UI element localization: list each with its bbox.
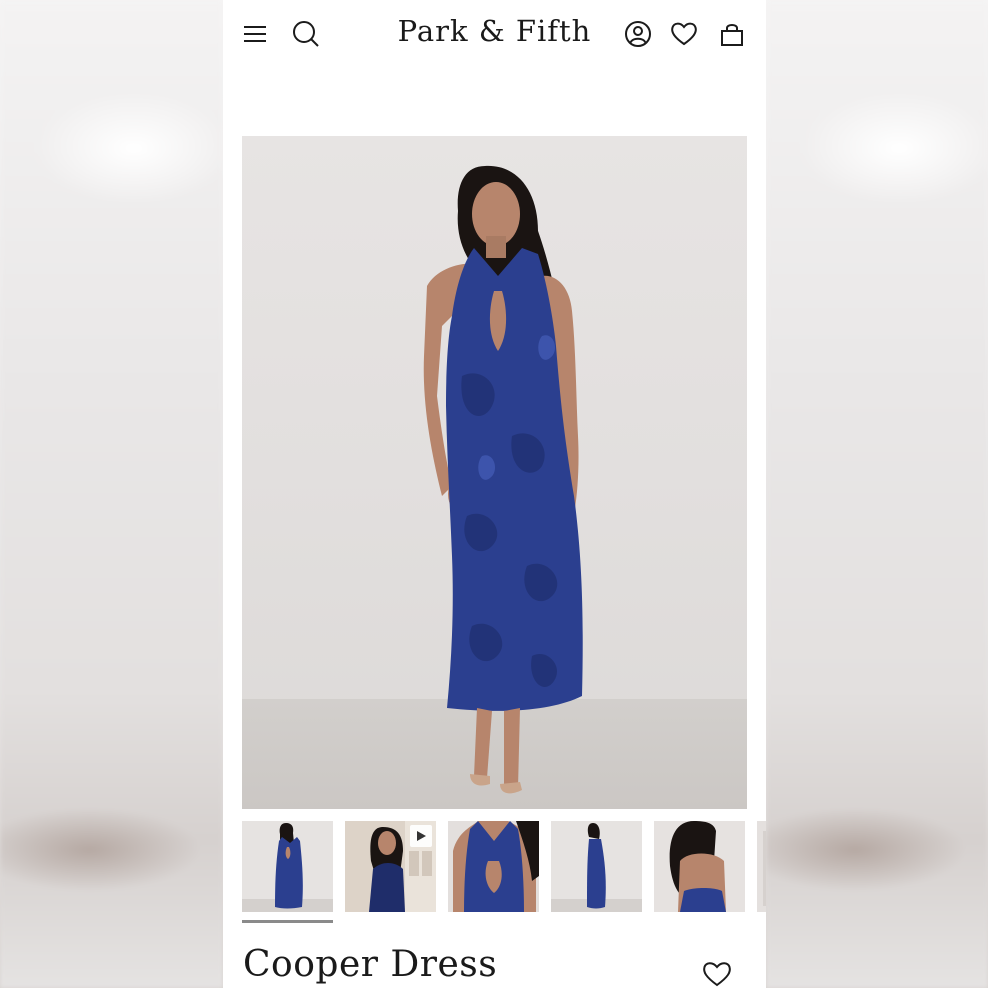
thumbnail-6[interactable] xyxy=(757,821,766,912)
product-main-image[interactable] xyxy=(242,136,747,809)
thumbnail-4[interactable] xyxy=(551,821,642,912)
thumbnail-3[interactable] xyxy=(448,821,539,912)
site-header: Park & Fifth xyxy=(223,0,766,70)
thumbnail-5[interactable] xyxy=(654,821,745,912)
add-to-wishlist-heart-icon[interactable] xyxy=(701,958,733,988)
wishlist-icon[interactable] xyxy=(668,18,700,50)
model-figure xyxy=(423,165,583,794)
play-icon[interactable] xyxy=(410,825,432,847)
account-icon[interactable] xyxy=(622,18,654,50)
thumbnail-strip xyxy=(242,821,766,912)
background-right xyxy=(766,0,988,988)
cart-icon[interactable] xyxy=(716,18,748,50)
thumbnail-2-video[interactable] xyxy=(345,821,436,912)
phone-screen: Park & Fifth Cooper Dress xyxy=(223,0,766,988)
background-left xyxy=(0,0,223,988)
thumbnail-1[interactable] xyxy=(242,821,333,912)
active-thumbnail-indicator xyxy=(242,920,333,923)
product-title: Cooper Dress xyxy=(243,944,498,985)
